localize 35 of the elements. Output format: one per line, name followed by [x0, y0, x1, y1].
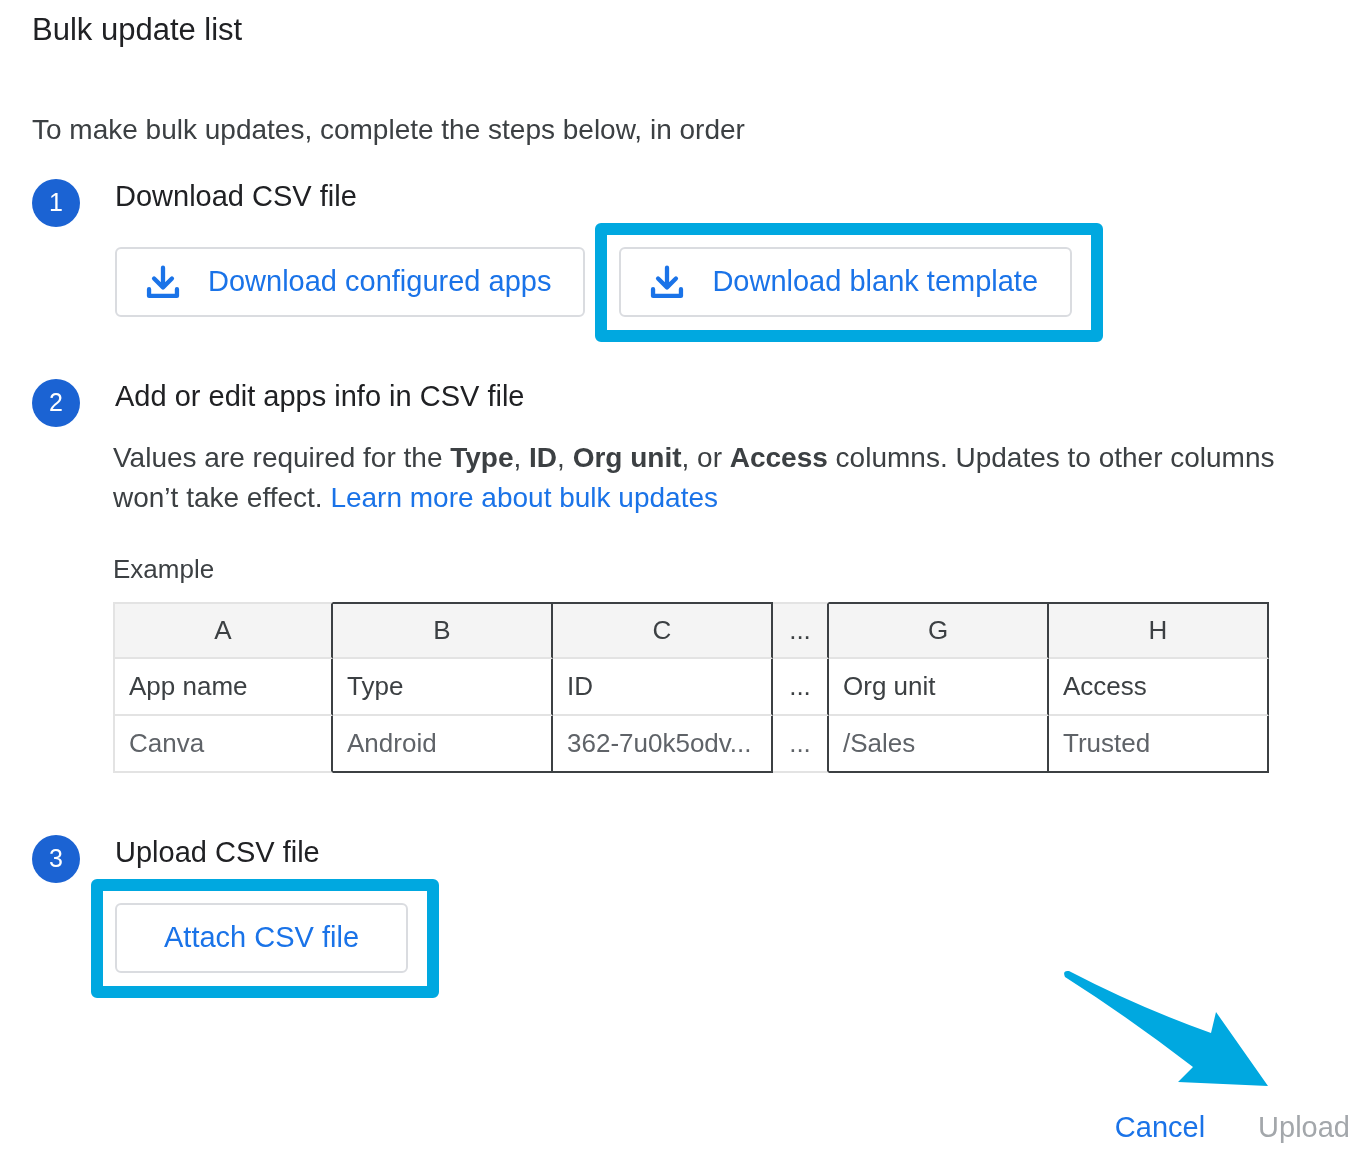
step-description: Values are required for the Type, ID, Org unit, or Access columns. Updates to other columns won’t take effect. Learn more about bulk updates	[113, 441, 1276, 515]
column-header: A	[113, 602, 333, 659]
learn-more-link[interactable]: Learn more about bulk updates	[330, 482, 718, 513]
column-header: H	[1049, 602, 1269, 659]
table-cell: /Sales	[829, 716, 1049, 773]
step-title: Download CSV file	[115, 180, 357, 212]
table-cell: Access	[1049, 659, 1269, 716]
table-cell: Org unit	[829, 659, 1049, 716]
dialog-button[interactable]: Cancel	[1102, 1104, 1218, 1152]
attach-button[interactable]: Attach CSV file	[115, 903, 409, 973]
step-number: 2	[32, 379, 80, 427]
table-cell: App name	[113, 659, 333, 716]
download-button[interactable]: Download blank template	[619, 247, 1073, 317]
table-cell: ...	[773, 659, 829, 716]
step-number: 1	[32, 179, 80, 227]
column-header: ...	[773, 602, 829, 659]
example-label: Example	[113, 554, 215, 584]
table-cell: Canva	[113, 716, 333, 773]
download-button[interactable]: Download configured apps	[115, 247, 586, 317]
table-cell: 362-7u0k5odv...	[553, 716, 773, 773]
download-icon	[146, 265, 180, 299]
table-cell: ...	[773, 716, 829, 773]
table-cell: Android	[333, 716, 553, 773]
intro-text: To make bulk updates, complete the steps below, in order	[32, 114, 746, 146]
table-cell: ID	[553, 659, 773, 716]
step-number: 3	[32, 835, 80, 883]
step-title: Add or edit apps info in CSV file	[115, 380, 525, 412]
column-header: B	[333, 602, 553, 659]
column-header: C	[553, 602, 773, 659]
column-header: G	[829, 602, 1049, 659]
step-title: Upload CSV file	[115, 836, 320, 868]
table-cell: Trusted	[1049, 716, 1269, 773]
download-icon	[650, 265, 685, 299]
table-cell: Type	[333, 659, 553, 716]
dialog-title: Bulk update list	[32, 12, 244, 48]
